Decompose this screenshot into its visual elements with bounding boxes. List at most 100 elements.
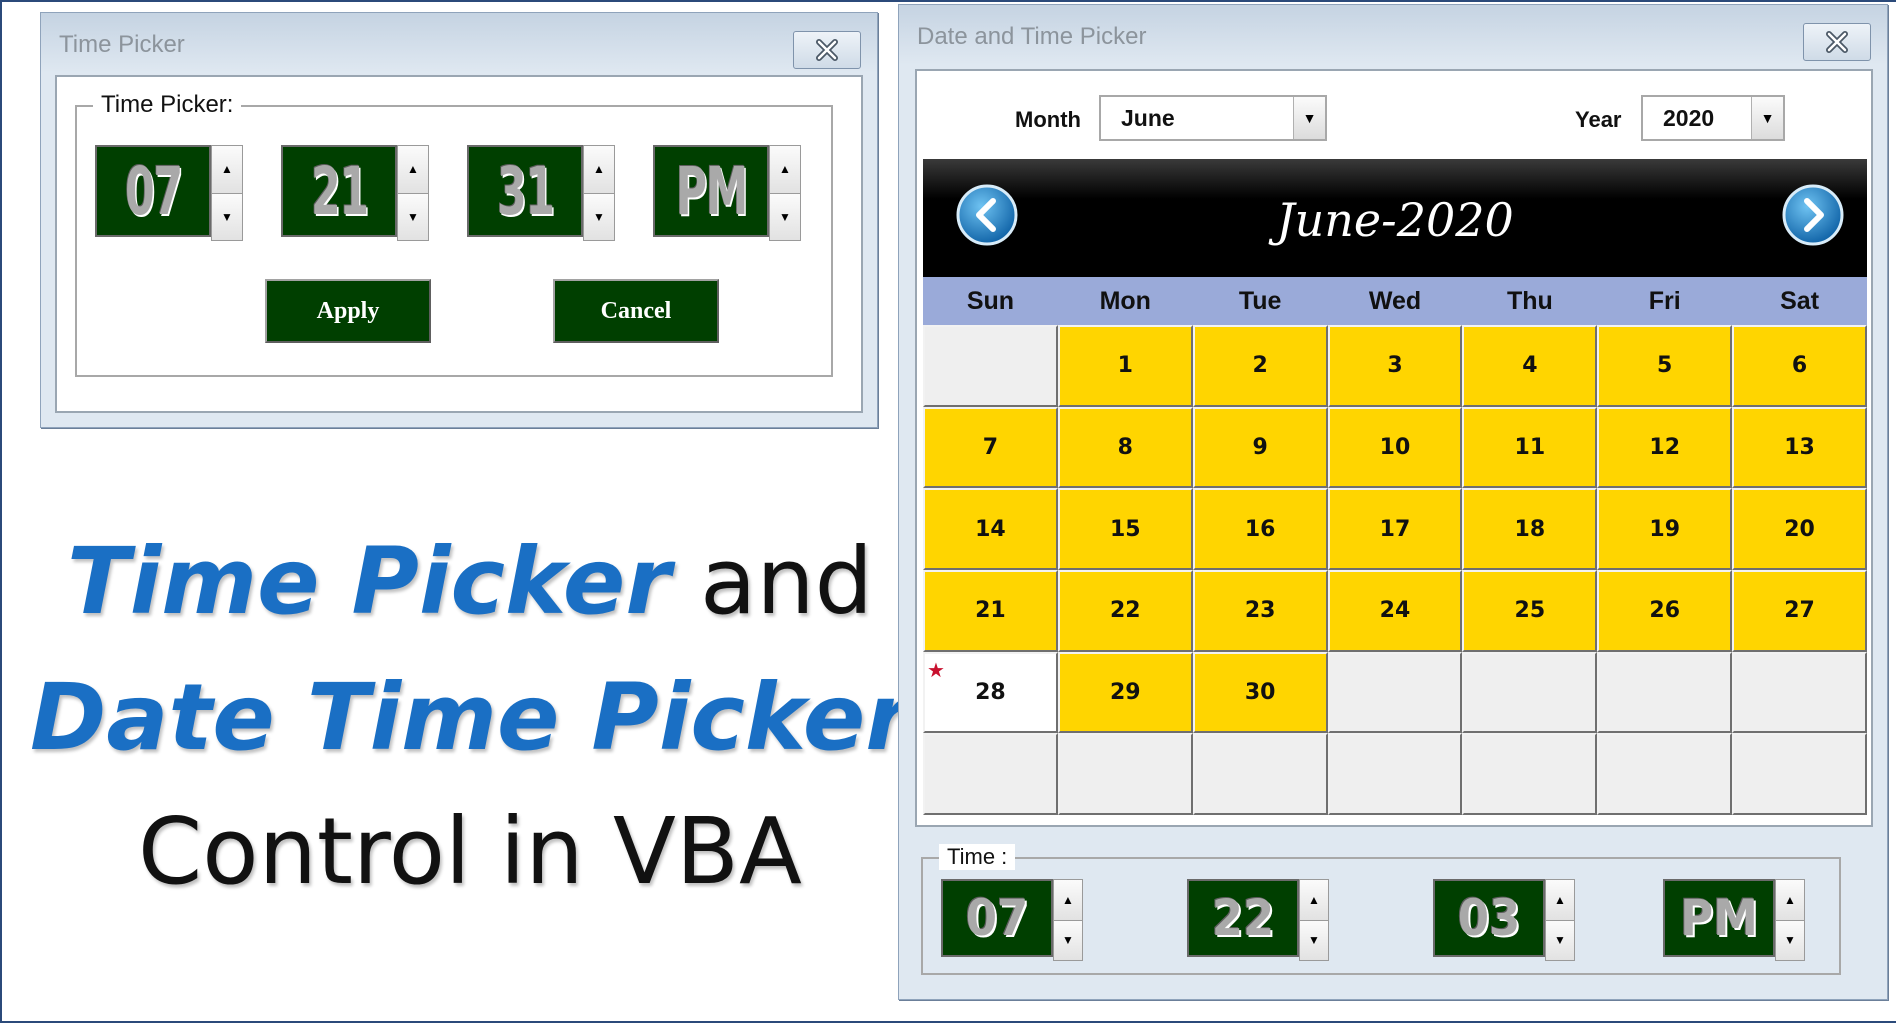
- day-cell[interactable]: 20: [1732, 488, 1867, 570]
- minute-down-button[interactable]: ▼: [398, 193, 428, 240]
- day-cell[interactable]: 12: [1597, 406, 1733, 489]
- day-cell[interactable]: 9: [1192, 406, 1328, 489]
- day-number: 30: [1244, 679, 1276, 705]
- empty-day-cell: [923, 325, 1058, 407]
- day-cell[interactable]: 19: [1597, 488, 1733, 570]
- day-cell[interactable]: 14: [923, 488, 1058, 570]
- day-cell[interactable]: 23: [1192, 569, 1328, 652]
- calendar-header: June-2020: [923, 159, 1867, 277]
- time-picker-client: Time Picker: 07 ▲ ▼ 21 ▲ ▼ 31 ▲ ▼ PM ▲ ▼…: [55, 75, 863, 413]
- dt-second-spinner: ▲ ▼: [1545, 879, 1575, 961]
- weekday-thu: Thu: [1506, 286, 1553, 315]
- day-number: 19: [1649, 516, 1681, 542]
- day-cell[interactable]: 2: [1192, 325, 1328, 407]
- day-cell[interactable]: 26: [1597, 569, 1733, 652]
- day-cell[interactable]: 13: [1732, 406, 1867, 489]
- day-number: 3: [1387, 353, 1403, 379]
- dt-ampm-display[interactable]: PM: [1663, 879, 1775, 957]
- day-cell[interactable]: 22: [1057, 569, 1193, 652]
- headline-line-2: Date Time Picker: [30, 672, 911, 764]
- headline-emphasis: Date Time Picker: [30, 664, 911, 771]
- dt-hour-down-button[interactable]: ▼: [1054, 920, 1082, 960]
- day-cell[interactable]: 15: [1057, 488, 1193, 570]
- year-dropdown[interactable]: 2020 ▼: [1641, 95, 1785, 141]
- dt-second-up-button[interactable]: ▲: [1546, 880, 1574, 921]
- time-picker-group: Time Picker: 07 ▲ ▼ 21 ▲ ▼ 31 ▲ ▼ PM ▲ ▼…: [75, 91, 833, 377]
- day-cell[interactable]: 25: [1462, 569, 1598, 652]
- day-cell[interactable]: 17: [1327, 488, 1463, 570]
- day-cell[interactable]: 4: [1462, 325, 1598, 407]
- day-number: 2: [1252, 353, 1268, 379]
- hour-up-button[interactable]: ▲: [212, 146, 242, 194]
- close-button[interactable]: [793, 31, 861, 69]
- day-number: 17: [1379, 516, 1411, 542]
- day-number: 14: [975, 516, 1006, 542]
- day-cell[interactable]: 3: [1327, 325, 1463, 407]
- window-title: Date and Time Picker: [917, 23, 1147, 50]
- second-display[interactable]: 31: [467, 145, 583, 237]
- dt-minute-up-button[interactable]: ▲: [1300, 880, 1328, 921]
- dt-minute-spinner: ▲ ▼: [1299, 879, 1329, 961]
- weekday-sat: Sat: [1780, 286, 1820, 315]
- weekday-wed: Wed: [1368, 286, 1422, 315]
- ampm-up-button[interactable]: ▲: [770, 146, 800, 194]
- day-cell[interactable]: 16: [1192, 488, 1328, 570]
- day-cell[interactable]: 6: [1732, 325, 1867, 407]
- day-cell[interactable]: 27: [1732, 569, 1867, 652]
- next-month-button[interactable]: [1775, 177, 1851, 253]
- day-number: 16: [1244, 516, 1276, 542]
- dt-ampm-up-button[interactable]: ▲: [1776, 880, 1804, 921]
- day-cell[interactable]: 10: [1327, 406, 1463, 489]
- weekday-header-row: Sun Mon Tue Wed Thu Fri Sat: [923, 277, 1867, 325]
- ampm-down-button[interactable]: ▼: [770, 193, 800, 240]
- cancel-button[interactable]: Cancel: [553, 279, 719, 343]
- day-cell[interactable]: 1: [1057, 325, 1193, 407]
- day-cell[interactable]: 11: [1462, 406, 1598, 489]
- day-cell[interactable]: 29: [1057, 651, 1193, 734]
- second-up-button[interactable]: ▲: [584, 146, 614, 194]
- hour-spinner: ▲ ▼: [211, 145, 243, 241]
- day-cell[interactable]: 8: [1057, 406, 1193, 489]
- day-cell[interactable]: 5: [1597, 325, 1733, 407]
- day-cell[interactable]: 30: [1192, 651, 1328, 734]
- empty-day-cell: [923, 733, 1058, 815]
- day-number: 15: [1109, 516, 1141, 542]
- hour-display[interactable]: 07: [95, 145, 211, 237]
- day-cell[interactable]: 21: [923, 569, 1058, 652]
- year-value: 2020: [1663, 104, 1715, 131]
- empty-day-cell: [1732, 733, 1867, 815]
- calendar-client: Month June ▼ Year 2020 ▼ June-2020 Sun M…: [915, 69, 1873, 827]
- day-cell[interactable]: 18: [1462, 488, 1598, 570]
- dt-minute-display[interactable]: 22: [1187, 879, 1299, 957]
- hour-down-button[interactable]: ▼: [212, 193, 242, 240]
- chevron-down-icon[interactable]: ▼: [1751, 97, 1783, 139]
- empty-day-cell: [1597, 651, 1733, 734]
- month-dropdown[interactable]: June ▼: [1099, 95, 1327, 141]
- dt-minute-down-button[interactable]: ▼: [1300, 920, 1328, 960]
- star-icon: ★: [927, 657, 945, 682]
- apply-button[interactable]: Apply: [265, 279, 431, 343]
- chevron-right-icon: [1782, 184, 1844, 246]
- empty-day-cell: [1192, 733, 1328, 815]
- empty-day-cell: [1327, 733, 1463, 815]
- second-down-button[interactable]: ▼: [584, 193, 614, 240]
- ampm-display[interactable]: PM: [653, 145, 769, 237]
- year-label: Year: [1575, 107, 1622, 132]
- close-button[interactable]: [1803, 23, 1871, 61]
- day-number: 4: [1522, 353, 1538, 379]
- dt-second-display[interactable]: 03: [1433, 879, 1545, 957]
- dt-hour-up-button[interactable]: ▲: [1054, 880, 1082, 921]
- minute-display[interactable]: 21: [281, 145, 397, 237]
- dt-ampm-down-button[interactable]: ▼: [1776, 920, 1804, 960]
- dt-second-down-button[interactable]: ▼: [1546, 920, 1574, 960]
- day-number: 11: [1514, 434, 1546, 460]
- day-number: 5: [1657, 353, 1673, 379]
- minute-field: 21 ▲ ▼: [281, 145, 429, 241]
- day-cell[interactable]: 7: [923, 406, 1058, 489]
- day-cell[interactable]: 24: [1327, 569, 1463, 652]
- month-value: June: [1121, 104, 1175, 131]
- minute-up-button[interactable]: ▲: [398, 146, 428, 194]
- day-cell-today[interactable]: ★ 28: [923, 651, 1058, 734]
- dt-hour-display[interactable]: 07: [941, 879, 1053, 957]
- chevron-down-icon[interactable]: ▼: [1293, 97, 1325, 139]
